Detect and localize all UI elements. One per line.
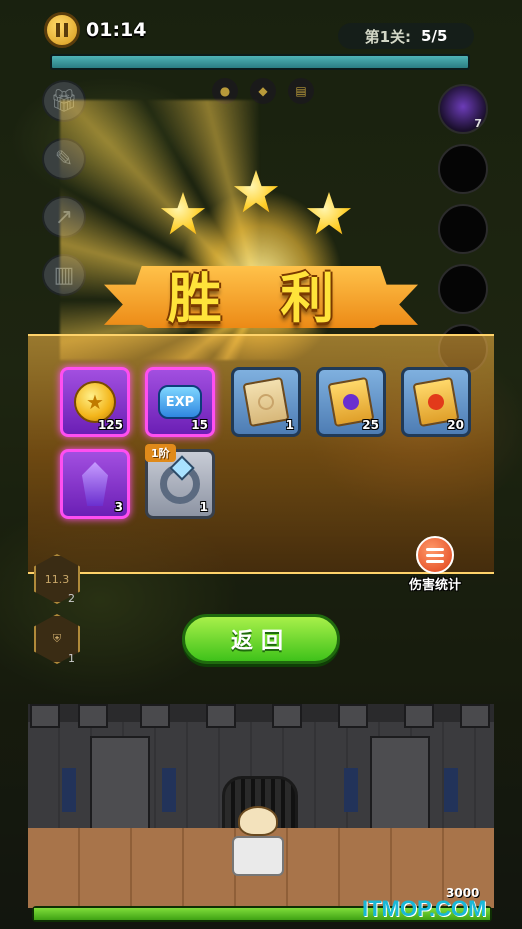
crystal-icon [82, 462, 108, 506]
merlon [30, 704, 60, 728]
exp-icon: EXP [158, 385, 202, 419]
castle-tower-right [370, 736, 430, 836]
wave-progress-fill [52, 56, 468, 68]
reward-red-scroll[interactable]: 20 [401, 367, 471, 437]
hero-character [232, 806, 284, 876]
hero-head [238, 806, 278, 836]
return-button[interactable]: 返回 [182, 614, 340, 664]
reward-coin[interactable]: ★ 125 [60, 367, 130, 437]
tier-badge: 1阶 [145, 444, 176, 462]
castle-flag [344, 768, 358, 812]
scroll-icon [242, 376, 290, 428]
reward-exp[interactable]: EXP 15 [145, 367, 215, 437]
merlon [272, 704, 302, 728]
wave-progress-bar [50, 54, 470, 70]
slot-count: 7 [474, 117, 482, 130]
ring-icon [160, 464, 200, 504]
stage-indicator: 第1关: 5/5 [338, 23, 474, 49]
scroll-gem [426, 392, 446, 412]
merlon [460, 704, 490, 728]
buff-label: 11.3 [44, 572, 70, 586]
castle-flag [444, 768, 458, 812]
reward-qty: 1 [199, 500, 208, 514]
merlon [338, 704, 368, 728]
reward-crystal[interactable]: 3 [60, 449, 130, 519]
coin-icon: ★ [74, 381, 116, 423]
reward-qty: 15 [191, 418, 208, 432]
timer-group: 01:14 [44, 12, 146, 48]
merlon [78, 704, 108, 728]
merlon [206, 704, 236, 728]
reward-qty: 1 [285, 418, 294, 432]
damage-stats-button[interactable]: 伤害统计 [400, 536, 470, 593]
list-icon [416, 536, 454, 574]
reward-qty: 20 [447, 418, 464, 432]
reward-ring[interactable]: 1阶 1 [145, 444, 215, 519]
shield-icon: ⛨ [52, 632, 62, 645]
scroll-seal [256, 392, 276, 412]
stage-label: 第1关: [364, 27, 412, 46]
timer: 01:14 [86, 19, 147, 41]
merlon [140, 704, 170, 728]
victory-title: 胜 利 [167, 267, 355, 330]
merlon [404, 704, 434, 728]
pause-button[interactable] [44, 12, 80, 48]
stage-value: 5/5 [421, 27, 448, 45]
watermark: ITMOP.COM [362, 896, 487, 921]
buff-count: 2 [68, 592, 75, 605]
reward-scroll[interactable]: 1 [231, 367, 301, 437]
reward-qty: 3 [114, 500, 123, 514]
castle-tower-left [90, 736, 150, 836]
reward-purple-scroll[interactable]: 25 [316, 367, 386, 437]
hero-body [232, 836, 284, 876]
reward-qty: 25 [362, 418, 379, 432]
reward-qty: 125 [97, 418, 123, 432]
castle-flag [162, 768, 176, 812]
buff-count: 1 [68, 652, 75, 665]
scroll-gem [341, 392, 361, 412]
pause-icon [56, 23, 68, 37]
castle-flag [62, 768, 76, 812]
damage-stats-label: 伤害统计 [408, 578, 461, 593]
